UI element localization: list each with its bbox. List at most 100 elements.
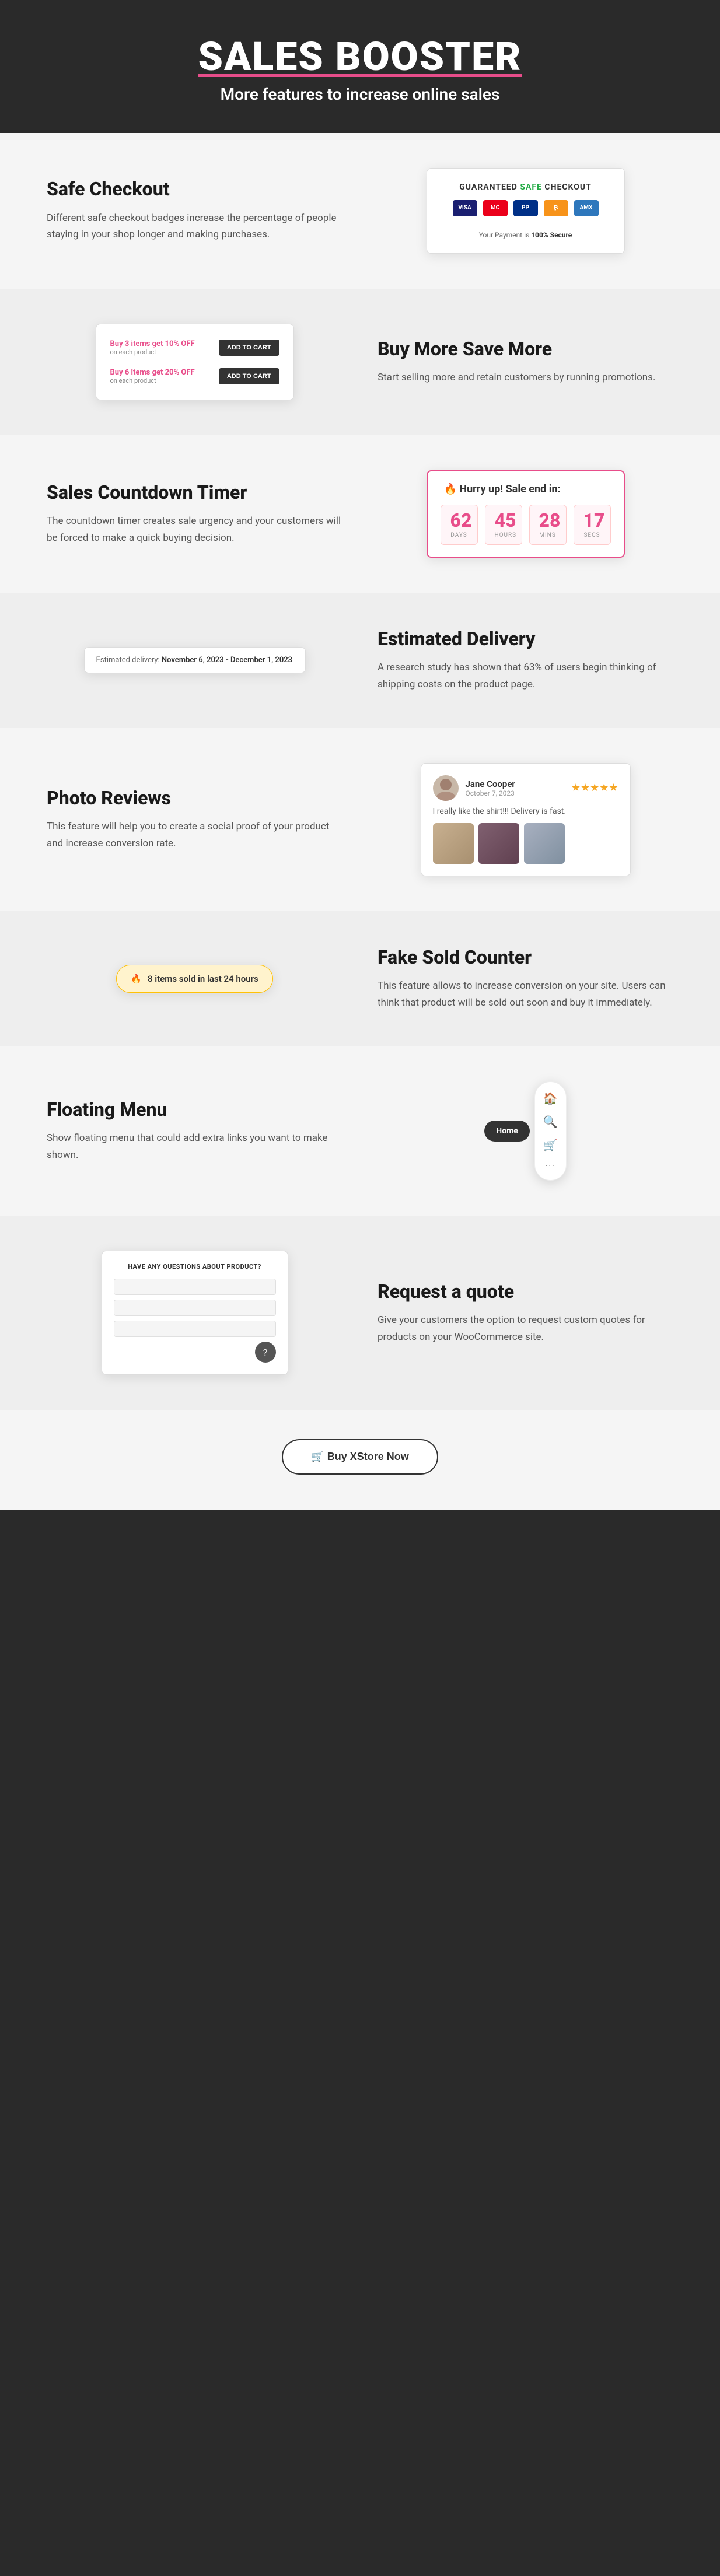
visa-icon: VISA	[453, 200, 477, 216]
avatar	[433, 775, 459, 801]
review-photo-2	[478, 823, 519, 864]
sold-counter-badge: 🔥 8 items sold in last 24 hours	[116, 965, 272, 993]
countdown-mins: 28 MINS	[529, 505, 567, 545]
feature-reviews: Photo Reviews This feature will help you…	[0, 728, 720, 911]
feature-text-quote: Request a quote Give your customers the …	[378, 1280, 673, 1346]
countdown-secs-value: 17	[583, 511, 601, 530]
feature-quote: Request a quote Give your customers the …	[0, 1216, 720, 1410]
hero-section: SALES BOOSTER More features to increase …	[0, 0, 720, 133]
feature-floating-menu: Floating Menu Show floating menu that co…	[0, 1046, 720, 1216]
floating-menu-bar: 🏠 🔍 🛒 ···	[534, 1082, 567, 1181]
countdown-boxes: 62 DAYS 45 HOURS 28 MINS 17 SECS	[444, 505, 607, 545]
sold-counter-text: 8 items sold in last 24 hours	[148, 974, 258, 984]
countdown-days: 62 DAYS	[441, 505, 478, 545]
hero-title: SALES BOOSTER	[23, 35, 697, 79]
paypal-icon: PP	[513, 200, 538, 216]
checkout-guaranteed-label: GUARANTEED SAFE CHECKOUT	[446, 183, 606, 192]
feature-desc-quote: Give your customers the option to reques…	[378, 1312, 673, 1346]
quote-field-2	[114, 1300, 276, 1316]
promo-label-1: Buy 3 items get 10% OFF	[110, 340, 195, 348]
feature-text-sold-counter: Fake Sold Counter This feature allows to…	[378, 946, 673, 1012]
reviewer-date: October 7, 2023	[466, 789, 515, 797]
review-header: Jane Cooper October 7, 2023 ★★★★★	[433, 775, 618, 801]
mastercard-icon: MC	[483, 200, 508, 216]
promo-sublabel-2: on each product	[110, 377, 195, 384]
feature-buy-more: Buy More Save More Start selling more an…	[0, 289, 720, 435]
feature-desc-sold-counter: This feature allows to increase conversi…	[378, 978, 673, 1012]
feature-text-countdown: Sales Countdown Timer The countdown time…	[47, 481, 342, 547]
countdown-card: 🔥 Hurry up! Sale end in: 62 DAYS 45 HOUR…	[427, 470, 625, 558]
feature-text-buy-more: Buy More Save More Start selling more an…	[378, 338, 673, 386]
quote-field-1	[114, 1279, 276, 1295]
floating-search-icon: 🔍	[543, 1115, 558, 1129]
promo-item-2: Buy 6 items get 20% OFF on each product …	[110, 362, 279, 390]
quote-btn-area: ?	[114, 1342, 276, 1363]
countdown-days-value: 62	[450, 511, 468, 530]
promo-label-2: Buy 6 items get 20% OFF	[110, 368, 195, 377]
countdown-days-label: DAYS	[450, 532, 468, 538]
feature-desc-reviews: This feature will help you to create a s…	[47, 818, 342, 852]
delivery-card: Estimated delivery: November 6, 2023 - D…	[84, 647, 306, 673]
add-to-cart-btn-1[interactable]: ADD TO CART	[219, 340, 279, 356]
feature-text-reviews: Photo Reviews This feature will help you…	[47, 787, 342, 852]
add-to-cart-btn-2[interactable]: ADD TO CART	[219, 368, 279, 384]
hero-subtitle: More features to increase online sales	[23, 85, 697, 104]
review-photo-1	[433, 823, 474, 864]
quote-card: HAVE ANY QUESTIONS ABOUT PRODUCT? ?	[102, 1251, 288, 1375]
quote-field-3	[114, 1321, 276, 1337]
floating-home-label[interactable]: Home	[484, 1121, 530, 1142]
feature-title-reviews: Photo Reviews	[47, 787, 342, 809]
feature-title-sold-counter: Fake Sold Counter	[378, 946, 673, 968]
secure-text: Your Payment is 100% Secure	[446, 225, 606, 239]
floating-home-icon: 🏠	[543, 1091, 558, 1105]
review-photo-3	[524, 823, 565, 864]
feature-title-quote: Request a quote	[378, 1280, 673, 1303]
feature-desc-delivery: A research study has shown that 63% of u…	[378, 659, 673, 693]
quote-title: HAVE ANY QUESTIONS ABOUT PRODUCT?	[114, 1263, 276, 1270]
feature-title-delivery: Estimated Delivery	[378, 628, 673, 650]
countdown-secs-label: SECS	[583, 532, 601, 538]
promo-sublabel-1: on each product	[110, 348, 195, 356]
feature-visual-floating-menu: Home 🏠 🔍 🛒 ···	[378, 1082, 673, 1181]
feature-visual-countdown: 🔥 Hurry up! Sale end in: 62 DAYS 45 HOUR…	[378, 470, 673, 558]
reviewer-name: Jane Cooper	[466, 779, 515, 789]
feature-countdown: Sales Countdown Timer The countdown time…	[0, 435, 720, 593]
feature-title-countdown: Sales Countdown Timer	[47, 481, 342, 503]
countdown-mins-label: MINS	[539, 532, 557, 538]
buy-now-button[interactable]: 🛒 Buy XStore Now	[282, 1439, 438, 1475]
feature-visual-safe-checkout: GUARANTEED SAFE CHECKOUT VISA MC PP ₿ AM…	[378, 168, 673, 254]
feature-visual-quote: HAVE ANY QUESTIONS ABOUT PRODUCT? ?	[47, 1251, 342, 1375]
review-text: I really like the shirt!!! Delivery is f…	[433, 807, 618, 816]
reviewer-details: Jane Cooper October 7, 2023	[466, 779, 515, 797]
delivery-label: Estimated delivery:	[96, 656, 160, 664]
floating-dots-icon: ···	[546, 1161, 555, 1171]
delivery-dates: November 6, 2023 - December 1, 2023	[162, 656, 292, 664]
fire-icon: 🔥	[131, 974, 142, 984]
feature-safe-checkout: Safe Checkout Different safe checkout ba…	[0, 133, 720, 289]
countdown-mins-value: 28	[539, 511, 557, 530]
feature-visual-sold-counter: 🔥 8 items sold in last 24 hours	[47, 965, 342, 993]
countdown-hours-value: 45	[495, 511, 512, 530]
feature-delivery: Estimated Delivery A research study has …	[0, 593, 720, 728]
feature-text-floating-menu: Floating Menu Show floating menu that co…	[47, 1098, 342, 1164]
feature-desc-safe-checkout: Different safe checkout badges increase …	[47, 210, 342, 244]
review-stars: ★★★★★	[571, 782, 618, 794]
floating-menu-demo: Home 🏠 🔍 🛒 ···	[484, 1082, 566, 1181]
feature-visual-delivery: Estimated delivery: November 6, 2023 - D…	[47, 647, 342, 673]
question-icon: ?	[263, 1347, 268, 1358]
review-photos	[433, 823, 618, 864]
feature-desc-countdown: The countdown timer creates sale urgency…	[47, 513, 342, 547]
quote-submit-btn[interactable]: ?	[255, 1342, 276, 1363]
feature-desc-floating-menu: Show floating menu that could add extra …	[47, 1130, 342, 1164]
feature-title-buy-more: Buy More Save More	[378, 338, 673, 360]
payment-icons-row: VISA MC PP ₿ AMX	[446, 200, 606, 216]
amex-icon: AMX	[574, 200, 599, 216]
hurry-text: 🔥 Hurry up! Sale end in:	[444, 483, 607, 495]
feature-title-safe-checkout: Safe Checkout	[47, 178, 342, 200]
feature-visual-buy-more: Buy 3 items get 10% OFF on each product …	[47, 324, 342, 400]
bitcoin-icon: ₿	[544, 200, 568, 216]
feature-sold-counter: Fake Sold Counter This feature allows to…	[0, 911, 720, 1046]
countdown-hours: 45 HOURS	[485, 505, 522, 545]
promo-card: Buy 3 items get 10% OFF on each product …	[96, 324, 294, 400]
feature-title-floating-menu: Floating Menu	[47, 1098, 342, 1121]
